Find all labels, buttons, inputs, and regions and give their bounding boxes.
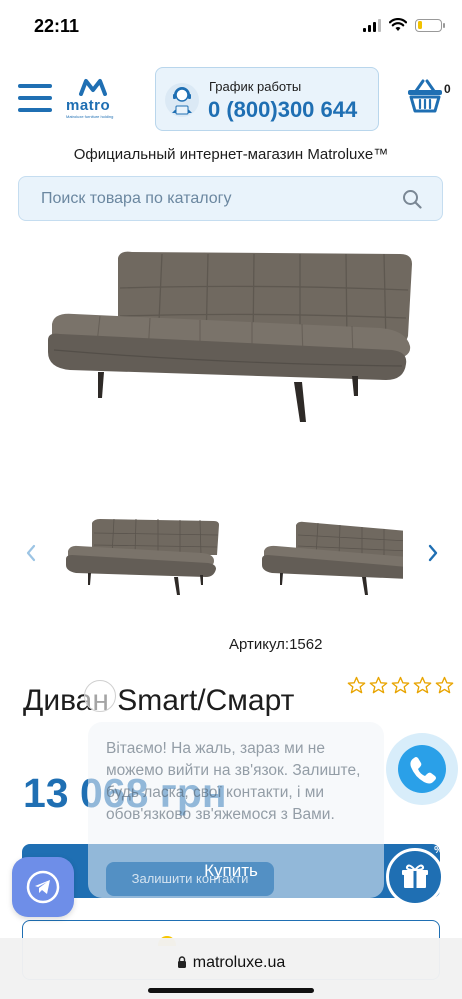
address-display: matroluxe.ua	[0, 954, 462, 972]
gift-button[interactable]: %	[386, 845, 444, 906]
site-tagline: Официальный интернет-магазин Matroluxe™	[73, 146, 389, 163]
thumbnail-carousel	[0, 505, 462, 605]
product-sku: Артикул:1562	[229, 636, 322, 653]
browser-address-bar[interactable]: matroluxe.ua	[0, 938, 462, 999]
chevron-right-icon[interactable]	[424, 542, 442, 564]
product-main-image[interactable]	[40, 240, 425, 435]
signal-icon	[363, 18, 381, 32]
address-url: matroluxe.ua	[192, 954, 286, 971]
home-indicator	[148, 988, 314, 993]
hamburger-menu-icon[interactable]	[18, 84, 52, 112]
star-icon[interactable]	[369, 676, 388, 695]
site-header: matro Matroluxe furniture holding График…	[0, 62, 462, 138]
logo-text: matro	[66, 97, 111, 114]
battery-level	[417, 21, 422, 29]
call-button[interactable]	[386, 733, 458, 805]
sku-value: 1562	[289, 636, 323, 653]
status-icons	[363, 18, 445, 32]
search-input[interactable]	[19, 177, 399, 220]
wifi-icon	[389, 18, 407, 31]
search-bar	[18, 176, 443, 221]
gift-icon	[402, 864, 428, 888]
chat-message: Вітаємо! На жаль, зараз ми не можемо вий…	[106, 740, 361, 823]
contact-box[interactable]: График работы 0 (800)300 644	[155, 67, 379, 131]
matro-logo[interactable]: matro Matroluxe furniture holding	[64, 78, 128, 122]
status-bar: 22:11	[0, 0, 462, 50]
star-icon[interactable]	[413, 676, 432, 695]
lock-icon	[177, 956, 186, 968]
chevron-left-icon[interactable]	[22, 542, 40, 564]
telegram-button[interactable]	[12, 857, 74, 917]
cart-button[interactable]: 0	[406, 78, 454, 118]
search-icon[interactable]	[402, 189, 422, 209]
logo-tagline: Matroluxe furniture holding	[66, 114, 114, 119]
cart-count: 0	[444, 82, 451, 96]
compare-icon[interactable]	[84, 680, 116, 712]
battery-icon	[415, 18, 445, 32]
thumbnail-1[interactable]	[62, 515, 222, 597]
star-icon[interactable]	[347, 676, 366, 695]
support-operator-icon	[165, 83, 199, 117]
buy-button-label: Купить	[204, 861, 258, 880]
star-icon[interactable]	[435, 676, 454, 695]
logo-mark-icon	[79, 79, 107, 96]
gift-badge: %	[434, 845, 443, 856]
rating-stars[interactable]	[347, 676, 454, 695]
status-time: 22:11	[34, 16, 80, 36]
shopping-basket-icon	[408, 79, 442, 113]
schedule-label: График работы	[209, 79, 302, 94]
phone-number[interactable]: 0 (800)300 644	[208, 97, 357, 123]
star-icon[interactable]	[391, 676, 410, 695]
call-button-inner	[398, 745, 446, 793]
phone-icon	[410, 757, 436, 784]
thumbnail-2[interactable]	[258, 515, 403, 597]
product-title: Диван Smart/Смарт	[23, 684, 295, 717]
telegram-icon	[26, 870, 60, 904]
sku-label: Артикул:	[229, 636, 290, 653]
